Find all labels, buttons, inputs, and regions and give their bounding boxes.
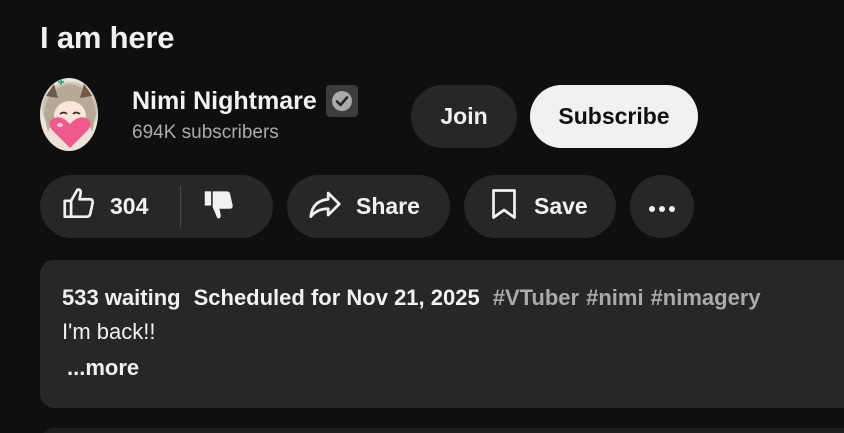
- channel-avatar[interactable]: [40, 78, 98, 151]
- more-horizontal-icon: [646, 193, 678, 220]
- video-details-panel: I am here Nimi Nightmare 694K subscriber…: [0, 0, 844, 433]
- like-divider: [180, 186, 181, 227]
- description-text: I'm back!!: [62, 319, 156, 344]
- channel-row: Nimi Nightmare 694K subscribers Join Sub…: [40, 78, 844, 154]
- waiting-count: 533 waiting: [62, 285, 181, 310]
- hashtag-link[interactable]: #nimi: [586, 285, 643, 310]
- share-label: Share: [356, 193, 420, 219]
- subscribe-button[interactable]: Subscribe: [530, 85, 698, 148]
- channel-name[interactable]: Nimi Nightmare: [132, 87, 317, 116]
- save-label: Save: [534, 193, 588, 219]
- action-bar: 304 Share Save: [40, 175, 844, 238]
- save-button[interactable]: Save: [464, 175, 616, 238]
- scheduled-date: Scheduled for Nov 21, 2025: [193, 285, 480, 310]
- thumbs-up-icon: [60, 185, 98, 229]
- share-button[interactable]: Share: [287, 175, 450, 238]
- bookmark-icon: [486, 185, 522, 229]
- channel-name-line: Nimi Nightmare: [132, 85, 358, 117]
- hashtag-link[interactable]: #VTuber: [493, 285, 579, 310]
- like-button[interactable]: 304: [40, 175, 148, 238]
- video-title: I am here: [40, 20, 175, 55]
- hashtag-list: #VTuber #nimi #nimagery: [493, 285, 768, 310]
- like-dislike-group: 304: [40, 175, 273, 238]
- share-arrow-icon: [306, 185, 344, 229]
- hashtag-link[interactable]: #nimagery: [651, 285, 761, 310]
- more-actions-button[interactable]: [630, 175, 694, 238]
- subscriber-count: 694K subscribers: [132, 122, 279, 143]
- channel-avatar-image: [40, 78, 98, 151]
- channel-info: Nimi Nightmare 694K subscribers: [132, 85, 358, 144]
- thumbs-down-icon: [200, 185, 238, 229]
- show-more-link[interactable]: ...more: [67, 355, 844, 381]
- like-count: 304: [110, 193, 149, 219]
- description-meta: 533 waiting Scheduled for Nov 21, 2025 #VT…: [62, 285, 844, 311]
- dislike-button[interactable]: [200, 175, 238, 238]
- description-box[interactable]: 533 waiting Scheduled for Nov 21, 2025 #VT…: [40, 260, 844, 408]
- verified-check-icon: [325, 85, 358, 117]
- next-section-edge: [40, 428, 844, 433]
- join-button[interactable]: Join: [411, 85, 517, 148]
